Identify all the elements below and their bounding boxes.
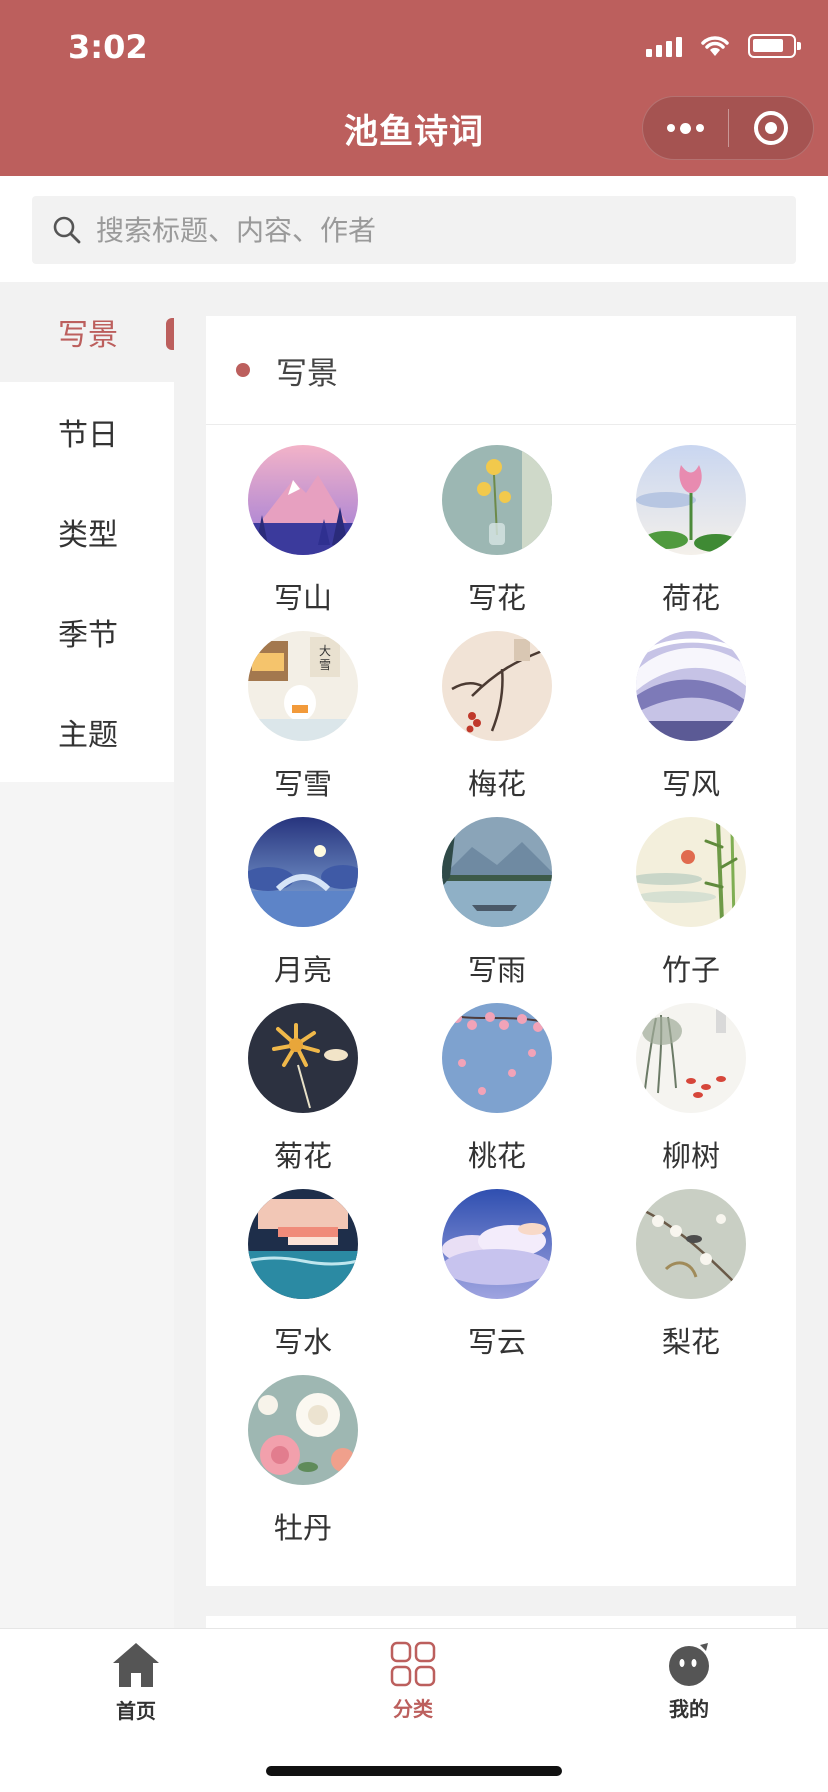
category-label: 写雪 xyxy=(273,767,332,801)
tab-label: 分类 xyxy=(393,1697,433,1721)
sidebar-item-label: 主题 xyxy=(58,718,118,753)
mountain-image xyxy=(248,445,358,555)
profile-face-icon xyxy=(669,1643,709,1686)
status-time: 3:02 xyxy=(68,28,148,66)
lotus-image xyxy=(636,445,746,555)
category-label: 菊花 xyxy=(273,1139,332,1173)
category-label: 月亮 xyxy=(273,953,332,987)
sidebar-item-scenery[interactable]: 写景 xyxy=(0,282,174,382)
sidebar-item-festival[interactable]: 节日 xyxy=(0,382,174,482)
category-grid: 写山 写花 荷花 大 雪 写雪 梅花 写风 月亮 写雨 竹子 菊花 桃花 柳树 … xyxy=(206,425,796,1561)
target-circle-icon xyxy=(753,111,788,145)
category-item-peach[interactable]: 桃花 xyxy=(400,1003,594,1189)
category-item-snow[interactable]: 大 雪 写雪 xyxy=(206,631,400,817)
category-item-moon[interactable]: 月亮 xyxy=(206,817,400,1003)
signal-icon xyxy=(646,35,682,57)
bamboo-image xyxy=(636,817,746,927)
miniprogram-capsule xyxy=(642,96,814,160)
chrysanthemum-image xyxy=(248,1003,358,1113)
tab-profile[interactable]: 我的 xyxy=(609,1641,769,1722)
close-miniprogram-button[interactable] xyxy=(729,97,814,159)
category-item-mountain[interactable]: 写山 xyxy=(206,445,400,631)
moon-image xyxy=(248,817,358,927)
category-item-cloud[interactable]: 写云 xyxy=(400,1189,594,1375)
category-label: 柳树 xyxy=(661,1139,720,1173)
category-label: 梨花 xyxy=(661,1325,720,1359)
flower-vase-image xyxy=(442,445,552,555)
category-item-wind[interactable]: 写风 xyxy=(594,631,788,817)
active-marker xyxy=(166,318,174,350)
category-item-willow[interactable]: 柳树 xyxy=(594,1003,788,1189)
sidebar-item-season[interactable]: 季节 xyxy=(0,582,174,682)
snow-image: 大 雪 xyxy=(248,631,358,741)
category-label: 梅花 xyxy=(467,767,526,801)
sidebar-item-label: 季节 xyxy=(58,618,118,653)
category-label: 写山 xyxy=(273,581,332,615)
svg-text:雪: 雪 xyxy=(319,658,331,672)
home-icon xyxy=(113,1643,159,1687)
sidebar-item-theme[interactable]: 主题 xyxy=(0,682,174,782)
sidebar-item-type[interactable]: 类型 xyxy=(0,482,174,582)
search-box[interactable] xyxy=(32,196,796,264)
section-title: 写景 xyxy=(276,355,338,392)
category-item-plum[interactable]: 梅花 xyxy=(400,631,594,817)
category-label: 荷花 xyxy=(661,581,720,615)
category-item-flower[interactable]: 写花 xyxy=(400,445,594,631)
wifi-icon xyxy=(701,36,729,56)
cloud-image xyxy=(442,1189,552,1299)
category-label: 写风 xyxy=(661,767,720,801)
sidebar-item-label: 写景 xyxy=(58,318,118,353)
svg-text:大: 大 xyxy=(319,644,331,658)
tab-label: 我的 xyxy=(669,1697,709,1721)
category-label: 写花 xyxy=(467,581,526,615)
tab-home[interactable]: 首页 xyxy=(56,1641,216,1724)
battery-icon xyxy=(748,34,801,58)
category-item-water[interactable]: 写水 xyxy=(206,1189,400,1375)
wind-image xyxy=(636,631,746,741)
header-bar: 3:02 池鱼诗词 xyxy=(0,0,828,176)
category-item-peony[interactable]: 牡丹 xyxy=(206,1375,400,1561)
app-root: 3:02 池鱼诗词 搜索标题、内容、作者 写景 节日 类型 季节 主题 写景 写… xyxy=(0,0,828,1792)
category-label: 写雨 xyxy=(467,953,526,987)
section-header: 写景 xyxy=(206,316,796,425)
category-label: 写水 xyxy=(273,1325,332,1359)
peony-image xyxy=(248,1375,358,1485)
category-grid-icon xyxy=(390,1641,436,1687)
water-image xyxy=(248,1189,358,1299)
pear-blossom-image xyxy=(636,1189,746,1299)
category-item-pear[interactable]: 梨花 xyxy=(594,1189,788,1375)
category-sidebar: 写景 节日 类型 季节 主题 xyxy=(0,282,174,1628)
peach-blossom-image xyxy=(442,1003,552,1113)
category-item-rain[interactable]: 写雨 xyxy=(400,817,594,1003)
more-menu-button[interactable] xyxy=(643,97,728,159)
search-icon xyxy=(53,216,81,244)
plum-blossom-image xyxy=(442,631,552,741)
more-dots-icon xyxy=(666,122,704,134)
status-icons xyxy=(646,34,801,58)
category-panel: 写景 写山 写花 荷花 大 雪 写雪 梅花 写风 月亮 写雨 竹子 菊花 桃花 … xyxy=(206,316,796,1586)
section-dot-icon xyxy=(236,363,250,377)
category-item-lotus[interactable]: 荷花 xyxy=(594,445,788,631)
category-label: 竹子 xyxy=(661,953,720,987)
willow-image xyxy=(636,1003,746,1113)
tab-category[interactable]: 分类 xyxy=(333,1641,493,1722)
sidebar-item-label: 节日 xyxy=(58,418,118,453)
search-area xyxy=(0,176,828,282)
category-item-chrysanthemum[interactable]: 菊花 xyxy=(206,1003,400,1189)
search-input[interactable] xyxy=(96,213,696,247)
tab-label: 首页 xyxy=(116,1699,156,1723)
category-label: 写云 xyxy=(467,1325,526,1359)
category-label: 牡丹 xyxy=(273,1511,332,1545)
sidebar-item-label: 类型 xyxy=(58,518,118,553)
home-indicator xyxy=(266,1766,562,1776)
category-label: 桃花 xyxy=(467,1139,526,1173)
category-item-bamboo[interactable]: 竹子 xyxy=(594,817,788,1003)
rain-image xyxy=(442,817,552,927)
